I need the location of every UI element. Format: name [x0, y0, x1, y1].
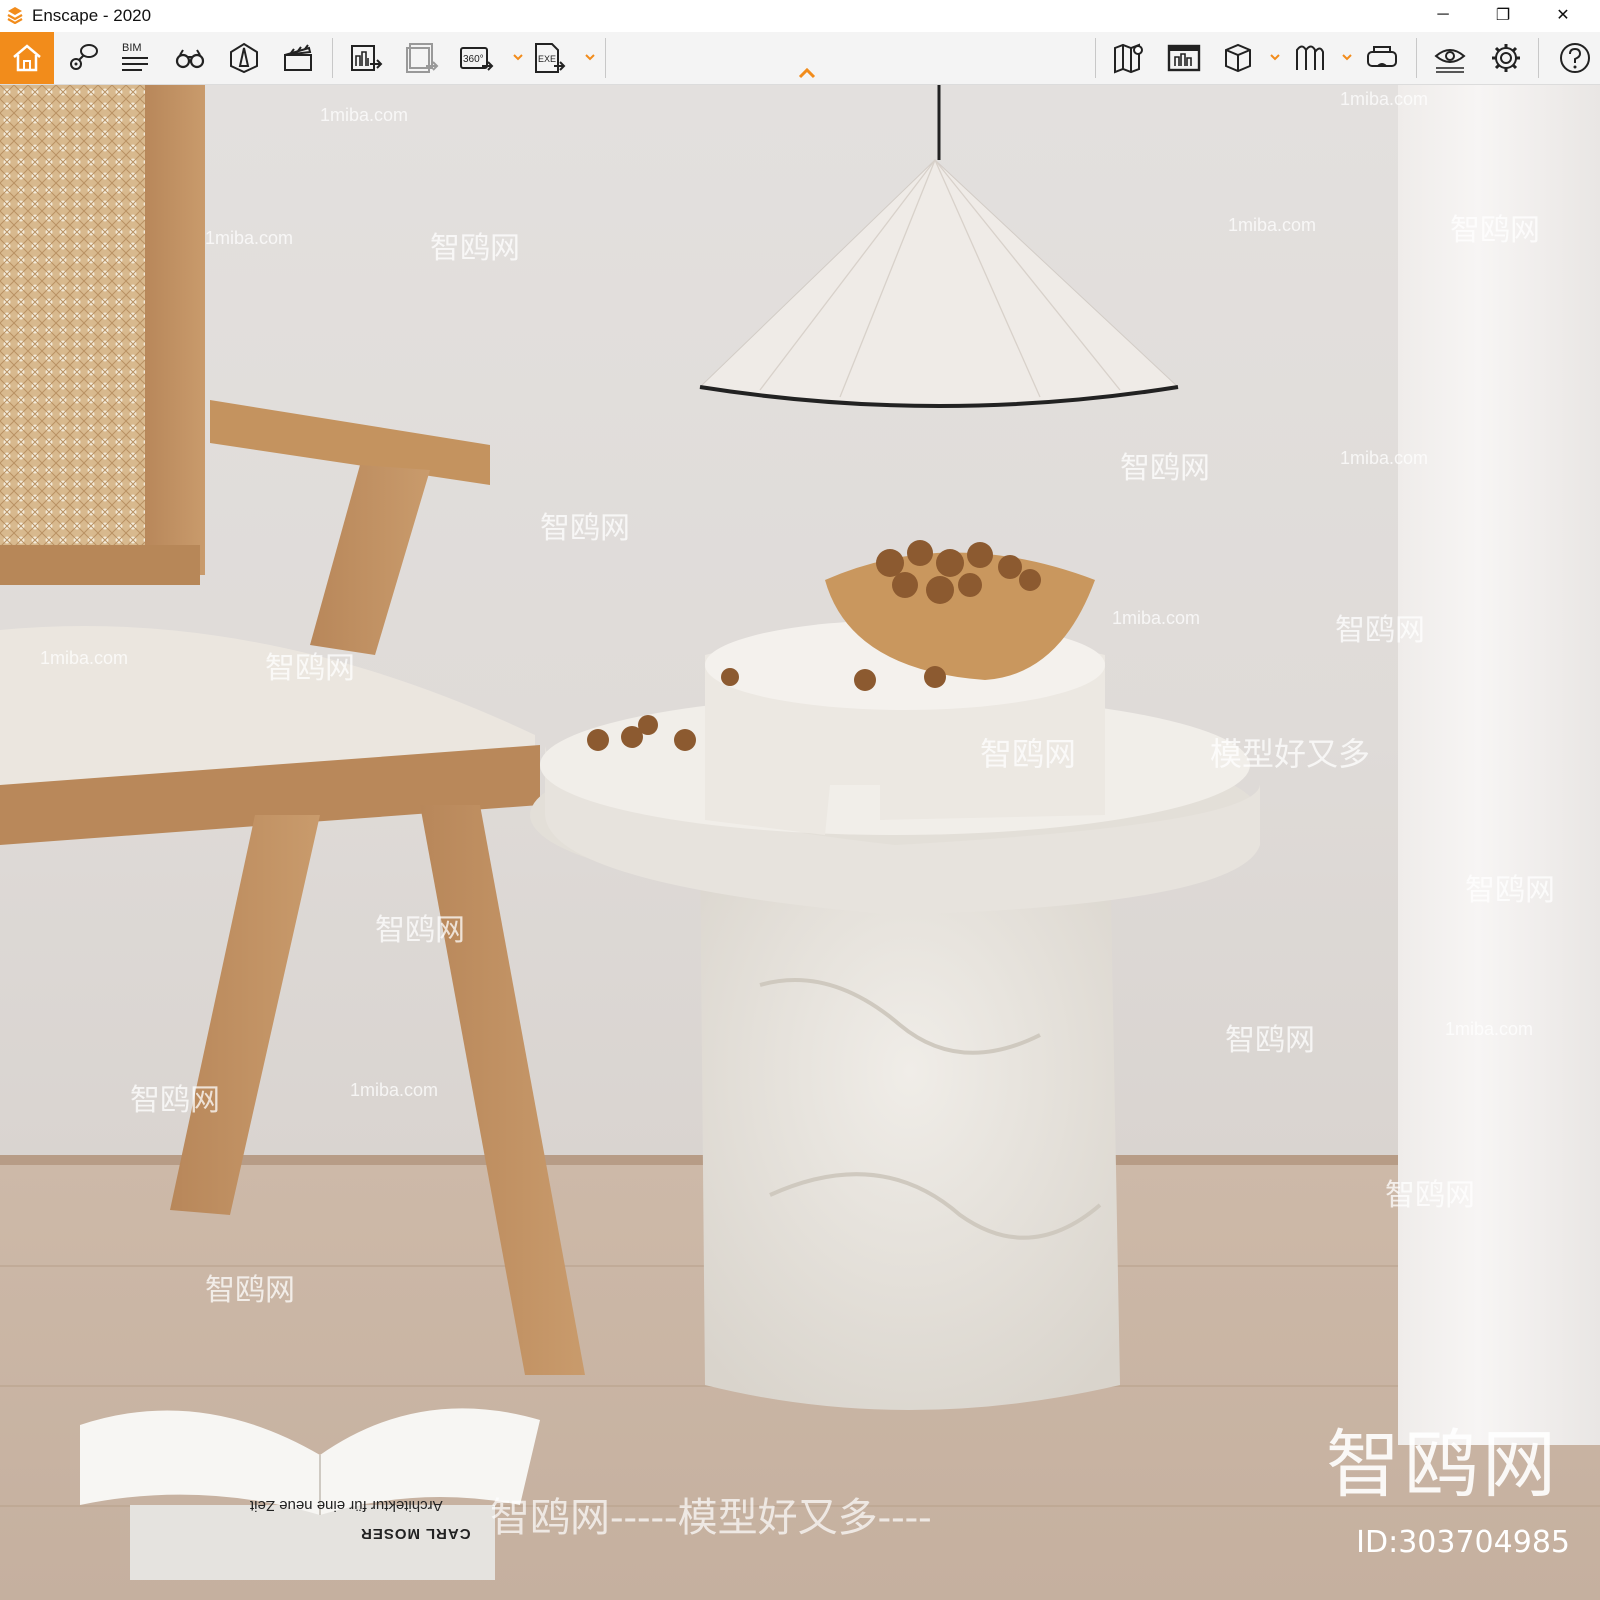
watermark-text: 智鸥网 — [1450, 214, 1540, 247]
restore-button[interactable]: ❐ — [1473, 0, 1533, 30]
toolbar-separator — [1095, 38, 1096, 78]
materials-button[interactable] — [1286, 36, 1334, 80]
panorama-dropdown-icon[interactable] — [512, 52, 524, 62]
watermark-text: 智鸥网 — [980, 736, 1077, 772]
stone-table-base — [700, 845, 1120, 1410]
help-icon — [1560, 43, 1590, 73]
watermark-text: 1miba.com — [350, 1080, 439, 1100]
watermark-text: 智鸥网 — [540, 512, 630, 545]
watermark-text: 1miba.com — [40, 648, 129, 668]
cube-icon — [1225, 43, 1251, 73]
render-viewport[interactable]: Architektur für eine neue Zeit CARL MOSE… — [0, 85, 1600, 1600]
watermark-text: 智鸥网 — [375, 914, 465, 947]
watermark-text: 1miba.com — [1340, 448, 1429, 468]
materials-dropdown-icon[interactable] — [1341, 52, 1353, 62]
watermark-text: 智鸥网 — [1335, 614, 1425, 647]
enscape-logo-icon — [7, 7, 23, 24]
chair-leg — [420, 805, 585, 1375]
watermark-text: 智鸥网 — [130, 1084, 220, 1117]
panorama-button[interactable]: 360° — [452, 36, 500, 80]
chair-leg — [170, 815, 320, 1215]
vr-button[interactable] — [1358, 36, 1406, 80]
batch-render-icon — [406, 43, 439, 73]
clapper-icon — [284, 44, 312, 71]
watermark-text: 1miba.com — [1340, 89, 1429, 109]
watermark-text: 智鸥网 — [1225, 1024, 1315, 1057]
views-button[interactable] — [58, 36, 106, 80]
watermark-text: 1miba.com — [1228, 215, 1317, 235]
title-bar: Enscape - 2020 ─ ❐ ✕ — [0, 0, 1600, 32]
settings-icon — [1492, 44, 1520, 72]
window-title: Enscape - 2020 — [32, 6, 152, 25]
panorama-label: 360° — [463, 54, 484, 65]
close-button[interactable]: ✕ — [1533, 0, 1593, 30]
exe-export-icon: EXE — [535, 43, 566, 73]
home-icon — [13, 44, 41, 72]
visual-settings-icon — [1434, 49, 1466, 73]
panorama-icon: 360° — [460, 47, 494, 71]
export-exe-button[interactable]: EXE — [524, 36, 572, 80]
minimize-button[interactable]: ─ — [1413, 0, 1473, 30]
watermark-text: 1miba.com — [320, 105, 409, 125]
watermark-text: 1miba.com — [1445, 1019, 1534, 1039]
watermark-text: 模型好又多 — [1210, 736, 1371, 772]
binoculars-button[interactable] — [166, 36, 214, 80]
scene-illustration — [0, 85, 1260, 1580]
watermark-text: 智鸥网 — [430, 232, 520, 265]
visual-settings-button[interactable] — [1426, 36, 1474, 80]
watermark-id: ID:303704985 — [1356, 1525, 1570, 1560]
watermark-text: 1miba.com — [1112, 608, 1201, 628]
watermark-text: 1miba.com — [205, 228, 294, 248]
chair-armrest — [210, 400, 490, 485]
bim-icon: BIM — [122, 42, 148, 71]
help-button[interactable] — [1551, 36, 1599, 80]
render-icon — [351, 45, 383, 71]
book-author: CARL MOSER — [360, 1525, 471, 1542]
home-button[interactable] — [0, 32, 54, 84]
toolbar-separator — [605, 38, 606, 78]
materials-icon — [1296, 45, 1324, 70]
object-button[interactable] — [1214, 36, 1262, 80]
pendant-lamp — [698, 159, 1180, 407]
vr-icon — [1367, 46, 1397, 67]
asset-library-icon — [1167, 44, 1201, 72]
general-settings-button[interactable] — [1482, 36, 1530, 80]
book-title: Architektur für eine neue Zeit — [250, 1497, 443, 1514]
watermark-banner: 智鸥网-----模型好又多---- — [490, 1495, 932, 1541]
collapse-toolbar-icon[interactable] — [797, 66, 817, 80]
watermark-text: 智鸥网 — [265, 652, 355, 685]
lighthouse-icon — [230, 42, 258, 74]
book-cover — [130, 1505, 495, 1580]
object-dropdown-icon[interactable] — [1269, 52, 1281, 62]
atmosphere-button[interactable] — [220, 36, 268, 80]
watermark-text: 智鸥网 — [1465, 874, 1555, 907]
map-button[interactable] — [1105, 36, 1153, 80]
toolbar-separator — [1416, 38, 1417, 78]
bim-button[interactable]: BIM — [112, 36, 160, 80]
bim-label: BIM — [122, 42, 142, 54]
toolbar-separator — [1538, 38, 1539, 78]
export-dropdown-icon[interactable] — [584, 52, 596, 62]
asset-library-button[interactable] — [1160, 36, 1208, 80]
watermark-text: 智鸥网 — [1385, 1179, 1475, 1212]
watermark-text: 智鸥网 — [205, 1274, 295, 1307]
pin-icon — [70, 44, 98, 70]
exe-label: EXE — [538, 54, 556, 64]
binoculars-icon — [175, 49, 205, 69]
toolbar-separator — [332, 38, 333, 78]
watermark-text: 智鸥网 — [1120, 452, 1210, 485]
watermark-logo: 智鸥网 — [1326, 1422, 1560, 1508]
map-icon — [1114, 43, 1143, 74]
video-editor-button[interactable] — [274, 36, 322, 80]
batch-render-button[interactable] — [398, 36, 446, 80]
render-image-button[interactable] — [342, 36, 390, 80]
